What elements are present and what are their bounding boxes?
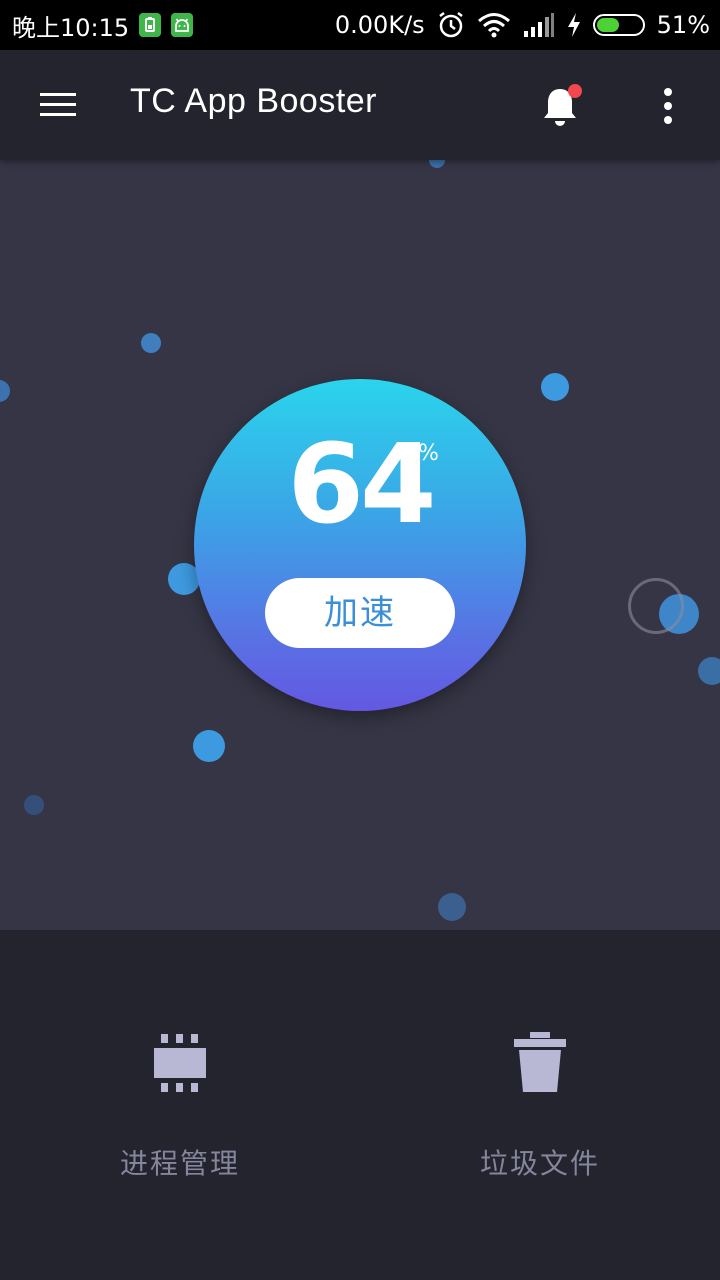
particle — [438, 893, 466, 921]
menu-icon[interactable] — [40, 93, 76, 117]
battery-level-fill — [596, 18, 620, 32]
particle — [429, 160, 445, 168]
notification-dot — [568, 84, 582, 98]
particle — [698, 657, 720, 685]
battery-icon — [592, 14, 645, 36]
particle — [0, 380, 10, 402]
particle — [141, 333, 161, 353]
status-bar: 晚上10:15 0.00K/s 51% — [0, 0, 720, 50]
android-icon — [171, 13, 194, 37]
app-bar: TC App Booster — [0, 50, 720, 160]
network-speed: 0.00K/s — [334, 11, 425, 39]
memory-gauge: 64 % 加速 — [194, 379, 526, 711]
process-manager-button[interactable]: 进程管理 — [80, 1030, 280, 1182]
more-vert-icon[interactable] — [654, 88, 682, 124]
boost-button[interactable]: 加速 — [265, 578, 455, 648]
memory-percent-unit: % — [418, 441, 439, 466]
particle — [193, 730, 225, 762]
app-title: TC App Booster — [130, 82, 378, 120]
screen: 晚上10:15 0.00K/s 51% TC App Booster 64 % … — [0, 0, 720, 1280]
bottom-panel: 进程管理 垃圾文件 — [0, 930, 720, 1280]
alarm-icon — [438, 12, 463, 38]
wifi-icon — [477, 13, 510, 38]
signal-icon — [523, 13, 554, 37]
memory-chip-icon — [150, 1030, 210, 1094]
particle — [24, 795, 44, 815]
process-manager-label: 进程管理 — [119, 1147, 240, 1180]
memory-percent-value: 64 — [287, 420, 436, 548]
particle — [541, 373, 569, 401]
battery-percent: 51% — [656, 11, 710, 39]
trash-icon — [510, 1030, 570, 1094]
booster-area: 64 % 加速 — [0, 160, 720, 930]
junk-files-label: 垃圾文件 — [479, 1147, 600, 1180]
charging-icon — [567, 13, 580, 37]
particle-ring — [628, 578, 684, 634]
status-time: 晚上10:15 — [12, 13, 130, 42]
battery-saver-icon — [139, 13, 162, 37]
bell-icon[interactable] — [542, 82, 582, 128]
junk-files-button[interactable]: 垃圾文件 — [440, 1030, 640, 1182]
